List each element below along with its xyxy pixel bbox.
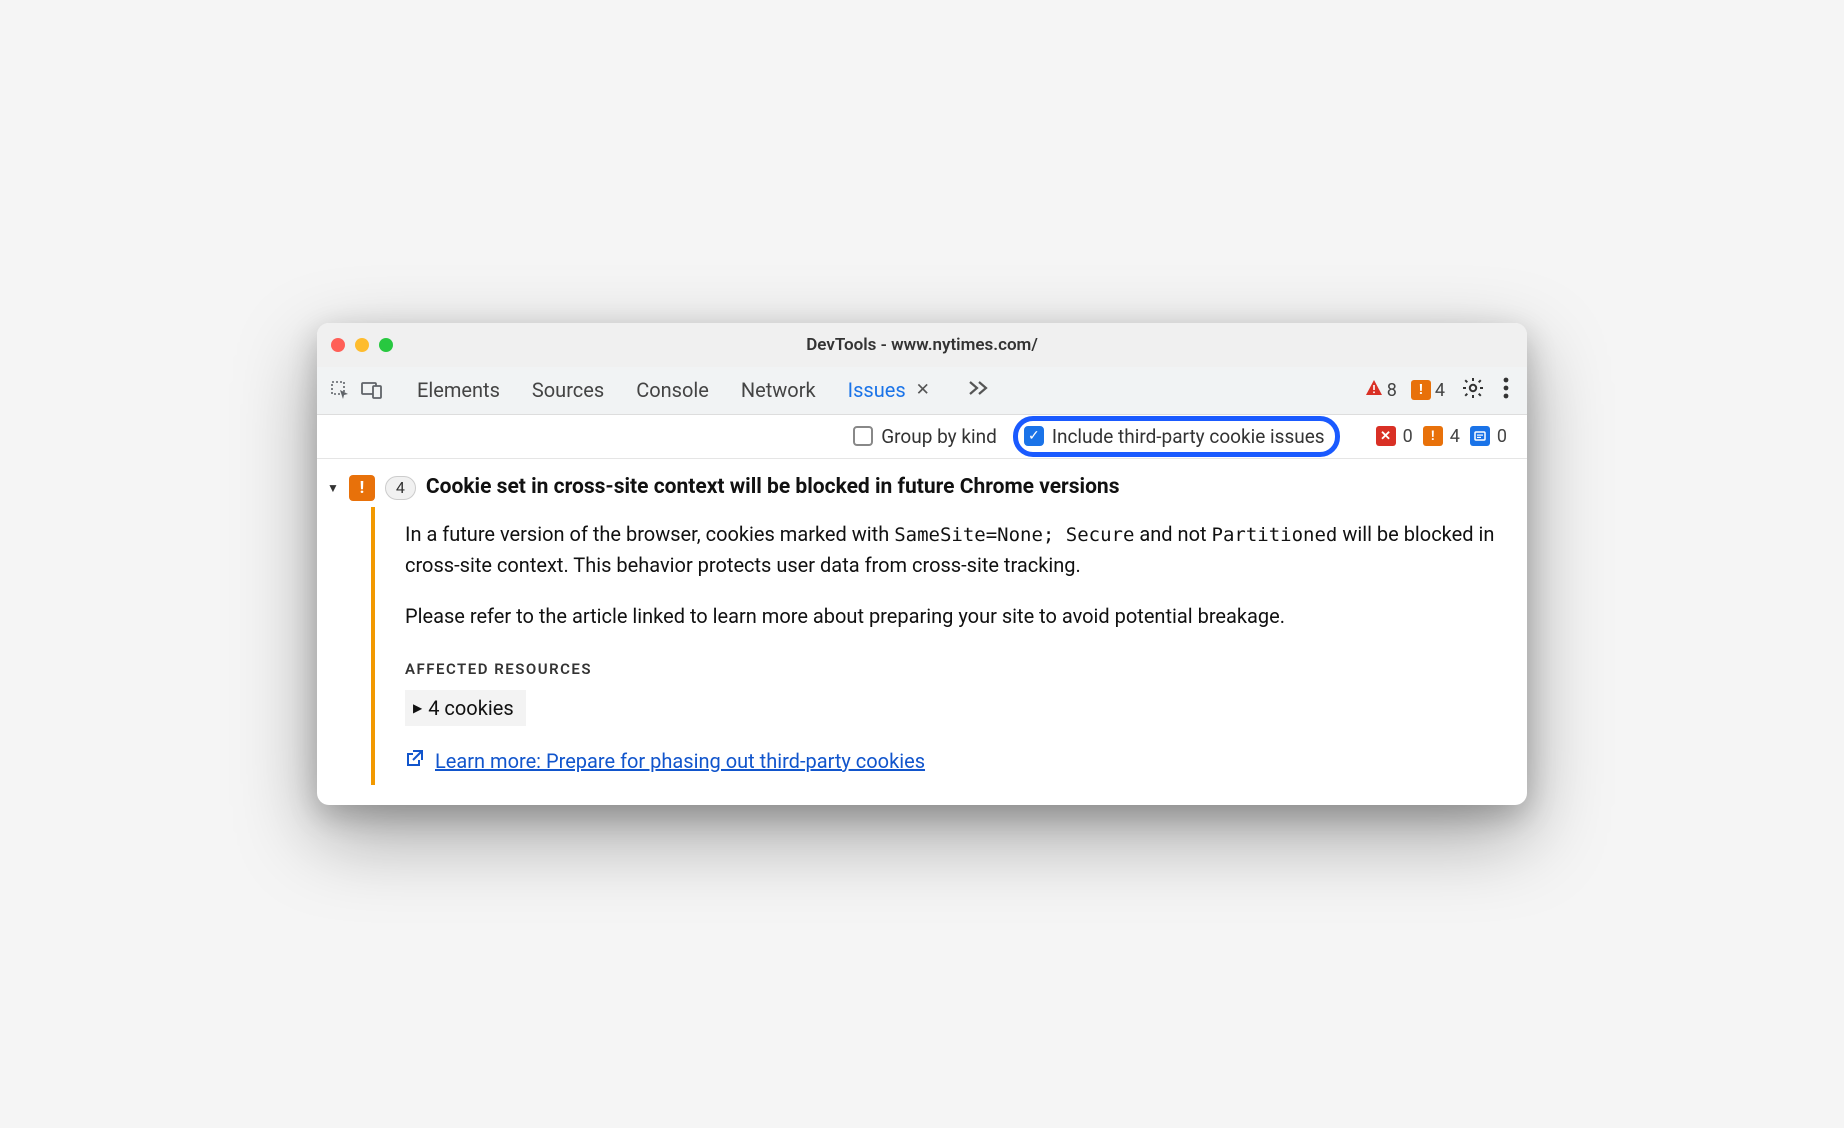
checkbox-checked-icon: ✓ — [1024, 426, 1044, 446]
affected-resources-label: AFFECTED RESOURCES — [405, 660, 1497, 678]
error-issue-count: 0 — [1400, 426, 1419, 447]
warning-issue-count: 4 — [1447, 426, 1466, 447]
checkbox-unchecked-icon — [853, 426, 873, 446]
error-icon: ✕ — [1376, 426, 1396, 446]
warning-count: 4 — [1435, 380, 1445, 401]
issue-description-2: Please refer to the article linked to le… — [405, 601, 1497, 632]
tab-list: Elements Sources Console Network Issues … — [415, 378, 990, 402]
learn-more-row: Learn more: Prepare for phasing out thir… — [405, 748, 1497, 773]
maximize-window-button[interactable] — [379, 338, 393, 352]
tab-issues[interactable]: Issues ✕ — [846, 378, 932, 402]
window-title: DevTools - www.nytimes.com/ — [806, 335, 1038, 355]
more-menu-icon[interactable] — [1497, 377, 1515, 403]
tab-elements[interactable]: Elements — [415, 378, 502, 402]
device-toolbar-icon[interactable] — [361, 379, 383, 401]
warning-icon: ! — [1423, 426, 1443, 446]
devtools-tabbar: Elements Sources Console Network Issues … — [317, 367, 1527, 415]
cookies-count-label: 4 cookies — [428, 696, 513, 720]
issues-content[interactable]: ▼ ! 4 Cookie set in cross-site context w… — [317, 459, 1527, 805]
tab-sources[interactable]: Sources — [530, 378, 606, 402]
titlebar: DevTools - www.nytimes.com/ — [317, 323, 1527, 367]
issues-filterbar: Group by kind ✓ Include third-party cook… — [317, 415, 1527, 459]
tab-console[interactable]: Console — [634, 378, 711, 402]
error-count: 8 — [1387, 380, 1397, 401]
include-third-party-label: Include third-party cookie issues — [1052, 425, 1325, 448]
warning-square-icon: ! — [1411, 380, 1431, 400]
minimize-window-button[interactable] — [355, 338, 369, 352]
issue-warning-icon: ! — [349, 475, 375, 501]
affected-cookies-toggle[interactable]: ▶ 4 cookies — [405, 690, 526, 726]
code-samesite: SameSite=None; Secure — [894, 524, 1134, 546]
issue-count-pill: 4 — [385, 476, 416, 500]
more-tabs-icon[interactable] — [968, 380, 990, 400]
settings-icon[interactable] — [1455, 376, 1491, 404]
close-window-button[interactable] — [331, 338, 345, 352]
inspect-element-icon[interactable] — [329, 379, 351, 401]
include-third-party-highlight: ✓ Include third-party cookie issues — [1013, 416, 1340, 457]
tab-issues-label: Issues — [848, 378, 906, 402]
issue-title: Cookie set in cross-site context will be… — [426, 475, 1120, 499]
error-badge[interactable]: 8 — [1361, 379, 1401, 402]
include-third-party-checkbox[interactable]: ✓ Include third-party cookie issues — [1024, 425, 1325, 448]
issue-header-row[interactable]: ▼ ! 4 Cookie set in cross-site context w… — [327, 469, 1507, 507]
collapse-caret-icon[interactable]: ▼ — [327, 481, 339, 495]
info-icon — [1470, 426, 1490, 446]
close-tab-icon[interactable]: ✕ — [916, 380, 930, 400]
desc-text: In a future version of the browser, cook… — [405, 522, 894, 546]
issue-severity-counts: ✕ 0 ! 4 0 — [1376, 426, 1513, 447]
group-by-kind-label: Group by kind — [881, 425, 997, 448]
issue-body: In a future version of the browser, cook… — [371, 507, 1507, 785]
group-by-kind-checkbox[interactable]: Group by kind — [853, 425, 997, 448]
expand-triangle-icon: ▶ — [413, 701, 422, 715]
devtools-window: DevTools - www.nytimes.com/ Elements Sou… — [317, 323, 1527, 805]
learn-more-link[interactable]: Learn more: Prepare for phasing out thir… — [435, 749, 925, 773]
desc-text: and not — [1134, 522, 1211, 546]
info-issue-count: 0 — [1494, 426, 1513, 447]
error-triangle-icon — [1365, 379, 1383, 402]
warning-badge[interactable]: ! 4 — [1407, 380, 1449, 401]
code-partitioned: Partitioned — [1212, 524, 1338, 546]
external-link-icon — [405, 748, 425, 773]
issue-description-1: In a future version of the browser, cook… — [405, 519, 1497, 581]
window-controls — [331, 338, 393, 352]
tab-network[interactable]: Network — [739, 378, 818, 402]
tabbar-right: 8 ! 4 — [1361, 376, 1515, 404]
